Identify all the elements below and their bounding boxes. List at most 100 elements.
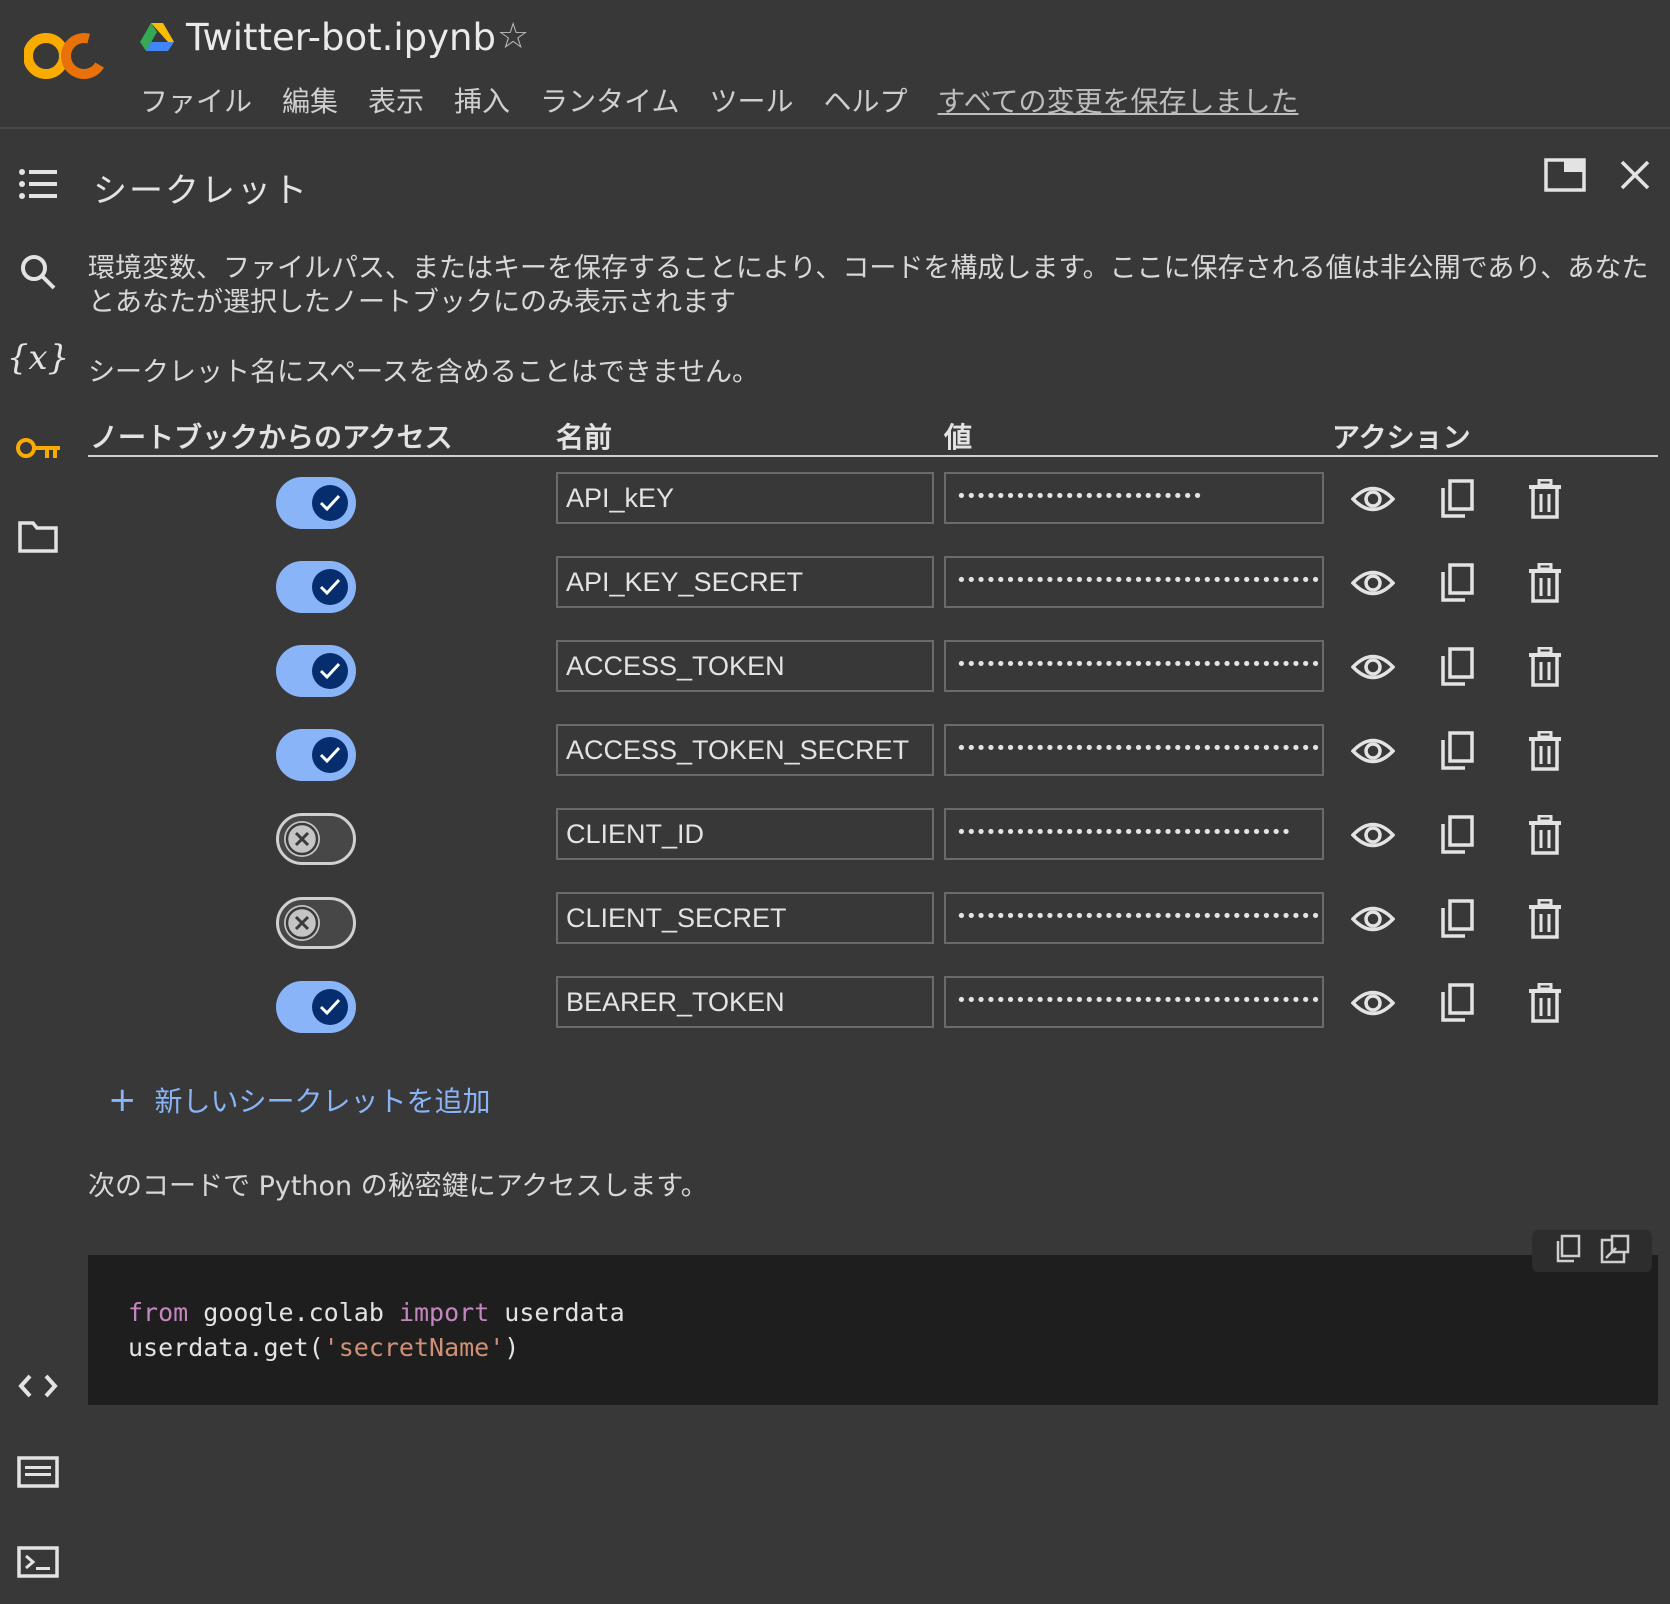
secret-row: API_kEY ••••••••••••••••••••••••• [0, 472, 1670, 532]
open-in-tab-icon[interactable] [1544, 158, 1588, 194]
close-icon[interactable] [1618, 158, 1654, 194]
close-circle-icon [284, 905, 320, 941]
copy-icon[interactable] [1434, 896, 1480, 942]
trash-icon[interactable] [1522, 644, 1568, 690]
code-call-end: ) [504, 1333, 520, 1362]
secret-value-field[interactable]: •••••••••••••••••••••••••••••••••••••••• [944, 976, 1324, 1028]
copy-icon[interactable] [1434, 980, 1480, 1026]
secret-row: ACCESS_TOKEN ••••••••••••••••••••••••••••… [0, 640, 1670, 700]
copy-icon[interactable] [1434, 476, 1480, 522]
column-header-actions: アクション [1332, 421, 1471, 454]
trash-icon[interactable] [1522, 896, 1568, 942]
trash-icon[interactable] [1522, 476, 1568, 522]
menu-runtime[interactable]: ランタイム [540, 80, 679, 120]
code-instructions: 次のコードで Python の秘密鍵にアクセスします。 [88, 1171, 708, 1202]
notebook-access-toggle[interactable] [276, 477, 356, 529]
check-icon [312, 989, 348, 1025]
panel-title: シークレット [93, 171, 309, 211]
trash-icon[interactable] [1522, 980, 1568, 1026]
code-snippets-icon[interactable] [14, 1362, 62, 1410]
secret-name-field[interactable]: BEARER_TOKEN [556, 976, 934, 1028]
menu-bar: ファイル 編集 表示 挿入 ランタイム ツール ヘルプ すべての変更を保存しまし… [140, 80, 1328, 120]
add-secret-button[interactable]: + 新しいシークレットを追加 [108, 1080, 491, 1120]
secret-value-field[interactable]: •••••••••••••••••••••••••••••••••••••••• [944, 724, 1324, 776]
command-palette-icon[interactable] [14, 1448, 62, 1496]
trash-icon[interactable] [1522, 560, 1568, 606]
secret-value-field[interactable]: •••••••••••••••••••••••••••••••••••••••• [944, 640, 1324, 692]
secret-row: CLIENT_ID •••••••••••••••••••••••••••••••… [0, 808, 1670, 868]
key-icon[interactable] [14, 424, 62, 472]
save-status-link[interactable]: すべての変更を保存しました [938, 80, 1299, 120]
plus-icon: + [108, 1080, 137, 1120]
column-header-access: ノートブックからのアクセス [90, 421, 453, 454]
notebook-access-toggle[interactable] [276, 813, 356, 865]
check-icon [312, 653, 348, 689]
check-icon [312, 485, 348, 521]
secret-name-field[interactable]: ACCESS_TOKEN [556, 640, 934, 692]
copy-icon[interactable] [1434, 812, 1480, 858]
star-icon[interactable]: ☆ [497, 16, 529, 57]
menu-edit[interactable]: 編集 [282, 80, 338, 120]
copy-icon[interactable] [1434, 560, 1480, 606]
menu-file[interactable]: ファイル [140, 80, 252, 120]
secret-value-field[interactable]: •••••••••••••••••••••••••••••••••••••••• [944, 556, 1324, 608]
code-module: google.colab [188, 1298, 399, 1327]
secret-name-field[interactable]: API_KEY_SECRET [556, 556, 934, 608]
menu-view[interactable]: 表示 [368, 80, 424, 120]
code-keyword-from: from [128, 1298, 189, 1327]
check-icon [312, 737, 348, 773]
notebook-access-toggle[interactable] [276, 897, 356, 949]
secret-name-field[interactable]: CLIENT_SECRET [556, 892, 934, 944]
eye-icon[interactable] [1350, 476, 1396, 522]
code-import-name: userdata [489, 1298, 625, 1327]
google-drive-icon [140, 22, 174, 52]
table-header-divider [88, 455, 1658, 457]
column-header-value: 値 [944, 421, 973, 454]
search-icon[interactable] [14, 248, 62, 296]
eye-icon[interactable] [1350, 812, 1396, 858]
secret-value-field[interactable]: ••••••••••••••••••••••••• [944, 472, 1324, 524]
name-rule-note: シークレット名にスペースを含めることはできません。 [88, 357, 759, 388]
colab-logo[interactable] [23, 28, 108, 84]
menu-insert[interactable]: 挿入 [454, 80, 510, 120]
notebook-access-toggle[interactable] [276, 729, 356, 781]
copy-icon[interactable] [1434, 728, 1480, 774]
trash-icon[interactable] [1522, 812, 1568, 858]
copy-code-icon[interactable] [1554, 1234, 1582, 1268]
check-icon [312, 569, 348, 605]
copy-icon[interactable] [1434, 644, 1480, 690]
secret-value-field[interactable]: •••••••••••••••••••••••••••••••••••••••• [944, 892, 1324, 944]
secret-row: CLIENT_SECRET •••••••••••••••••••••••••••… [0, 892, 1670, 952]
close-circle-icon [284, 821, 320, 857]
notebook-access-toggle[interactable] [276, 561, 356, 613]
column-header-name: 名前 [556, 421, 613, 454]
add-secret-label: 新しいシークレットを追加 [154, 1085, 491, 1118]
secret-value-field[interactable]: •••••••••••••••••••••••••••••••••• [944, 808, 1324, 860]
eye-icon[interactable] [1350, 980, 1396, 1026]
eye-icon[interactable] [1350, 560, 1396, 606]
menu-tools[interactable]: ツール [710, 80, 794, 120]
menu-help[interactable]: ヘルプ [824, 80, 908, 120]
notebook-access-toggle[interactable] [276, 981, 356, 1033]
variables-icon[interactable]: {x} [7, 334, 69, 382]
secret-name-field[interactable]: CLIENT_ID [556, 808, 934, 860]
secret-row: ACCESS_TOKEN_SECRET •••••••••••••••••••••… [0, 724, 1670, 784]
code-string-arg: 'secretName' [323, 1333, 505, 1362]
eye-icon[interactable] [1350, 896, 1396, 942]
secret-row: API_KEY_SECRET ••••••••••••••••••••••••••… [0, 556, 1670, 616]
secret-row: BEARER_TOKEN ••••••••••••••••••••••••••••… [0, 976, 1670, 1036]
code-keyword-import: import [398, 1298, 490, 1327]
code-toolbar [1532, 1230, 1652, 1272]
secret-name-field[interactable]: ACCESS_TOKEN_SECRET [556, 724, 934, 776]
trash-icon[interactable] [1522, 728, 1568, 774]
code-call: userdata.get( [128, 1333, 324, 1362]
table-of-contents-icon[interactable] [14, 160, 62, 208]
eye-icon[interactable] [1350, 728, 1396, 774]
notebook-title[interactable]: Twitter-bot.ipynb [186, 16, 496, 59]
insert-code-cell-icon[interactable] [1600, 1234, 1630, 1268]
notebook-access-toggle[interactable] [276, 645, 356, 697]
code-snippet[interactable]: from google.colab import userdata userda… [128, 1295, 625, 1365]
terminal-icon[interactable] [14, 1538, 62, 1586]
secret-name-field[interactable]: API_kEY [556, 472, 934, 524]
eye-icon[interactable] [1350, 644, 1396, 690]
